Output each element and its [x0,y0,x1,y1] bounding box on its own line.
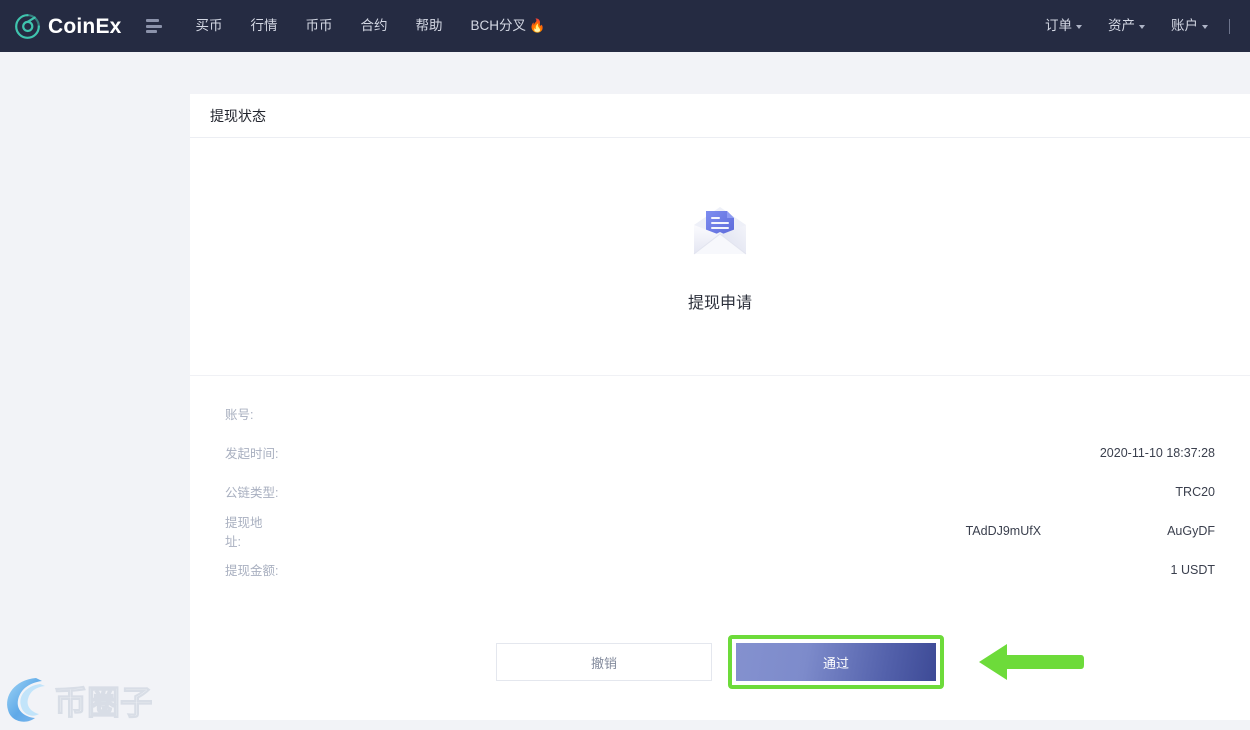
pass-button-highlight: 通过 [728,635,944,689]
detail-label: 账号: [225,408,254,422]
nav-item-orders[interactable]: 订单 [1032,0,1095,52]
fire-icon: 🔥 [529,18,546,33]
detail-label: 发起时间: [225,447,279,461]
nav-item-account[interactable]: 账户 [1158,0,1221,52]
chevron-down-icon [1202,25,1208,29]
nav-item-markets[interactable]: 行情 [237,0,292,52]
detail-row-withdraw-amount: 提现金额: 1 USDT [225,550,1215,589]
coinex-logo-icon [15,13,40,39]
watermark-text: 币圈子 [54,684,152,721]
left-arrow-annotation-icon [979,644,1084,680]
brand-logo[interactable]: CoinEx [14,13,122,40]
open-envelope-document-icon [693,206,747,254]
nav-label: 行情 [250,18,278,33]
nav-item-futures[interactable]: 合约 [347,0,402,52]
detail-value: TAdDJ9mUfX AuGyDF [276,523,1215,538]
nav-item-buy-crypto[interactable]: 买币 [182,0,237,52]
withdraw-detail-list: 账号: 发起时间: 2020-11-10 18:37:28 公链类型: TRC2… [190,376,1250,689]
nav-label: 资产 [1108,18,1135,33]
detail-value: TRC20 [1175,484,1215,499]
detail-label: 提现地址: [225,515,263,549]
cancel-button[interactable]: 撤销 [496,643,712,681]
detail-row-account: 账号: [225,394,1215,433]
nav-item-help[interactable]: 帮助 [402,0,457,52]
action-button-group: 撤销 通过 [225,635,1215,689]
bi-quan-zi-swirl-logo [7,678,45,722]
account-nav: 订单 资产 账户 [1032,0,1236,52]
nav-divider [1229,18,1230,34]
chevron-down-icon [1076,25,1082,29]
nav-item-assets[interactable]: 资产 [1095,0,1158,52]
nav-label: 买币 [195,18,223,33]
address-redaction-mask [1041,523,1168,538]
chevron-down-icon [1139,25,1145,29]
nav-label: 账户 [1171,18,1198,33]
nav-label: 合约 [360,18,388,33]
detail-label: 提现金额: [225,564,279,578]
card-header: 提现状态 [190,94,1250,138]
primary-nav: 买币 行情 币币 合约 帮助 BCH分叉 🔥 [182,0,560,52]
address-prefix: TAdDJ9mUfX [965,523,1042,538]
detail-label: 公链类型: [225,486,279,500]
detail-value: 2020-11-10 18:37:28 [1099,445,1215,460]
nav-item-spot[interactable]: 币币 [292,0,347,52]
site-watermark: 币圈子 [7,678,152,722]
detail-row-created-time: 发起时间: 2020-11-10 18:37:28 [225,433,1215,472]
top-navigation-bar: CoinEx 买币 行情 币币 合约 帮助 BCH分叉 🔥 订单 资产 账户 [0,0,1250,52]
hero-title: 提现申请 [687,294,752,312]
detail-row-withdraw-address: 提现地址: TAdDJ9mUfX AuGyDF [225,511,1215,550]
nav-label: 订单 [1045,18,1072,33]
list-menu-icon[interactable] [145,19,162,33]
address-suffix: AuGyDF [1167,523,1215,538]
status-hero-section: 提现申请 [190,138,1250,376]
detail-value: 1 USDT [1170,562,1215,577]
pass-button[interactable]: 通过 [736,643,936,681]
nav-label: 帮助 [415,18,443,33]
detail-row-chain-type: 公链类型: TRC20 [225,472,1215,511]
nav-label: 币币 [305,18,333,33]
brand-name: CoinEx [48,14,122,38]
nav-label: BCH分叉 [470,18,527,33]
nav-item-bch-fork[interactable]: BCH分叉 🔥 [457,0,560,52]
withdraw-status-card: 提现状态 提现申请 账号: 发起时间: 2020-11-10 18:37:28 … [190,94,1250,720]
page-title: 提现状态 [210,107,266,124]
